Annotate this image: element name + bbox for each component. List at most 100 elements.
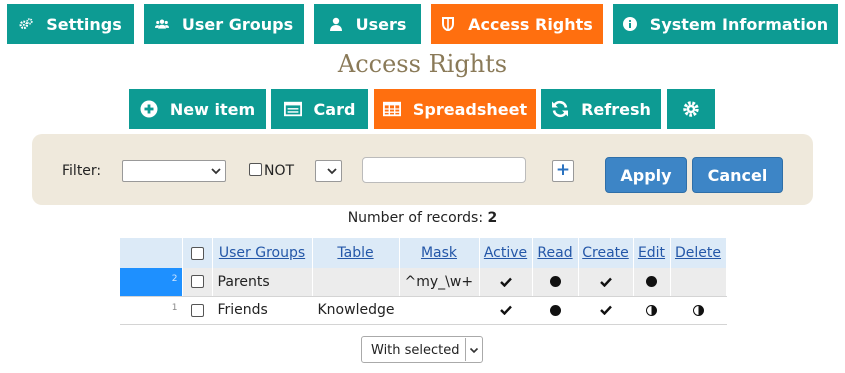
cell-create[interactable] bbox=[578, 268, 634, 297]
select-all-checkbox[interactable] bbox=[190, 246, 204, 260]
column-header[interactable]: Edit bbox=[633, 238, 671, 268]
column-edit[interactable]: Edit bbox=[638, 245, 665, 261]
table-icon bbox=[382, 100, 401, 118]
cell-user-group[interactable]: Friends bbox=[212, 296, 313, 325]
full-access-icon bbox=[549, 276, 561, 288]
users-icon bbox=[154, 17, 169, 31]
record-count-label: Number of records: bbox=[347, 210, 484, 226]
plus-icon: + bbox=[555, 160, 571, 180]
not-label: NOT bbox=[264, 163, 295, 179]
cell-mask[interactable] bbox=[399, 296, 480, 325]
settings-button[interactable] bbox=[667, 89, 715, 129]
page-title: Access Rights bbox=[337, 50, 508, 78]
column-mask[interactable]: Mask bbox=[421, 245, 457, 261]
card-button[interactable]: Card bbox=[271, 89, 368, 129]
table-header-row: User Groups Table Mask Active Read Creat… bbox=[120, 238, 727, 268]
cell-edit[interactable] bbox=[633, 268, 671, 297]
column-user-groups[interactable]: User Groups bbox=[219, 245, 305, 261]
row-number: 2 bbox=[120, 268, 183, 297]
column-active[interactable]: Active bbox=[484, 245, 527, 261]
info-icon bbox=[622, 17, 637, 31]
record-count-value: 2 bbox=[487, 210, 498, 226]
not-checkbox[interactable] bbox=[249, 163, 262, 176]
column-read[interactable]: Read bbox=[537, 245, 572, 261]
cell-active[interactable] bbox=[479, 296, 533, 325]
column-header[interactable]: Create bbox=[578, 238, 634, 268]
refresh-button[interactable]: Refresh bbox=[541, 89, 661, 129]
full-access-icon bbox=[646, 276, 657, 288]
select-all-cell bbox=[182, 238, 213, 268]
cell-mask[interactable]: ^my_\w+ bbox=[399, 268, 480, 297]
full-access-icon bbox=[549, 304, 561, 316]
row-checkbox[interactable] bbox=[190, 275, 204, 289]
tab-settings[interactable]: Settings bbox=[7, 4, 134, 44]
filter-operator-select[interactable] bbox=[315, 160, 342, 182]
check-icon bbox=[599, 277, 612, 287]
column-header[interactable]: User Groups bbox=[212, 238, 313, 268]
gears-icon bbox=[19, 17, 33, 31]
cell-delete[interactable] bbox=[670, 268, 727, 297]
check-icon bbox=[499, 305, 512, 315]
row-number-header bbox=[120, 238, 183, 268]
card-label: Card bbox=[313, 99, 356, 119]
row-checkbox-cell bbox=[182, 296, 213, 325]
chevron-down-icon bbox=[465, 338, 481, 361]
tab-system-information-label: System Information bbox=[649, 14, 829, 34]
tab-system-information[interactable]: System Information bbox=[613, 4, 838, 44]
filter-label: Filter: bbox=[62, 163, 102, 179]
column-header[interactable]: Mask bbox=[399, 238, 480, 268]
partial-access-icon bbox=[646, 304, 657, 316]
plus-circle-icon bbox=[140, 100, 158, 118]
record-count: Number of records: 2 bbox=[0, 210, 845, 226]
tab-users[interactable]: Users bbox=[314, 4, 421, 44]
spreadsheet-label: Spreadsheet bbox=[412, 99, 528, 119]
column-table[interactable]: Table bbox=[337, 245, 373, 261]
filter-field-select[interactable] bbox=[122, 160, 226, 182]
table-row[interactable]: 1 Friends Knowledge bbox=[120, 296, 727, 325]
refresh-label: Refresh bbox=[581, 99, 651, 119]
row-checkbox[interactable] bbox=[190, 303, 204, 317]
spreadsheet-button[interactable]: Spreadsheet bbox=[374, 89, 536, 129]
gear-icon bbox=[682, 100, 700, 118]
cell-read[interactable] bbox=[532, 268, 579, 297]
table-row[interactable]: 2 Parents ^my_\w+ bbox=[120, 268, 727, 297]
cell-edit[interactable] bbox=[633, 296, 671, 325]
cell-active[interactable] bbox=[479, 268, 533, 297]
tab-access-rights[interactable]: Access Rights bbox=[431, 4, 603, 44]
row-number: 1 bbox=[120, 296, 183, 325]
tab-user-groups[interactable]: User Groups bbox=[144, 4, 304, 44]
with-selected-select[interactable]: With selected bbox=[361, 336, 483, 363]
column-delete[interactable]: Delete bbox=[675, 245, 721, 261]
cell-user-group[interactable]: Parents bbox=[212, 268, 313, 297]
access-rights-table: User Groups Table Mask Active Read Creat… bbox=[120, 238, 727, 325]
check-icon bbox=[499, 277, 512, 287]
chevron-down-icon bbox=[327, 168, 337, 175]
with-selected-label: With selected bbox=[371, 343, 460, 358]
shield-icon bbox=[441, 17, 455, 31]
filter-text-input[interactable] bbox=[362, 157, 526, 183]
column-header[interactable]: Read bbox=[532, 238, 579, 268]
refresh-icon bbox=[551, 100, 569, 118]
cell-table[interactable] bbox=[312, 268, 400, 297]
column-create[interactable]: Create bbox=[582, 245, 629, 261]
cell-read[interactable] bbox=[532, 296, 579, 325]
cell-table[interactable]: Knowledge bbox=[312, 296, 400, 325]
apply-button[interactable]: Apply bbox=[605, 157, 687, 193]
chevron-down-icon bbox=[211, 168, 221, 175]
add-condition-button[interactable]: + bbox=[552, 160, 574, 182]
partial-access-icon bbox=[692, 304, 704, 316]
cell-delete[interactable] bbox=[670, 296, 727, 325]
column-header[interactable]: Active bbox=[479, 238, 533, 268]
tab-access-rights-label: Access Rights bbox=[468, 14, 593, 34]
user-icon bbox=[329, 17, 343, 31]
column-header[interactable]: Table bbox=[312, 238, 400, 268]
tab-users-label: Users bbox=[355, 14, 407, 34]
cell-create[interactable] bbox=[578, 296, 634, 325]
card-icon bbox=[283, 100, 302, 118]
new-item-button[interactable]: New item bbox=[129, 89, 266, 129]
new-item-label: New item bbox=[169, 99, 256, 119]
column-header[interactable]: Delete bbox=[670, 238, 727, 268]
tab-user-groups-label: User Groups bbox=[181, 14, 294, 34]
cancel-button[interactable]: Cancel bbox=[692, 157, 783, 193]
row-checkbox-cell bbox=[182, 268, 213, 297]
